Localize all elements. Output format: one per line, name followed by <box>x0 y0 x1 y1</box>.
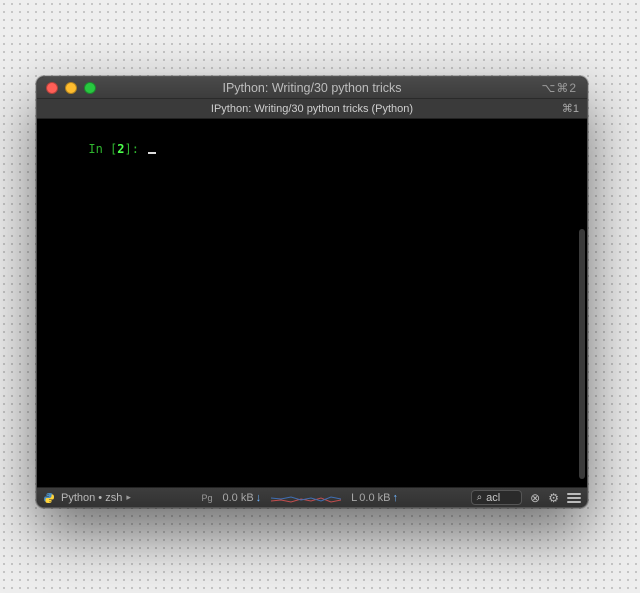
terminal-viewport: In [2]: <box>37 119 587 487</box>
tab-bar: IPython: Writing/30 python tricks (Pytho… <box>37 99 587 119</box>
titlebar: IPython: Writing/30 python tricks ⌥⌘2 <box>37 77 587 99</box>
net-up-label: L <box>351 492 357 504</box>
status-process-label: Python • zsh <box>61 492 122 504</box>
tab-label: IPython: Writing/30 python tricks (Pytho… <box>211 103 413 115</box>
prompt-prefix: In [ <box>88 142 117 156</box>
python-icon <box>43 492 55 504</box>
window-hotkey-label: ⌥⌘2 <box>541 81 587 95</box>
sparkline <box>271 493 341 503</box>
status-right: ⌕ ⊗ ⚙ <box>471 490 581 505</box>
vertical-scrollbar[interactable] <box>579 229 585 479</box>
gear-icon[interactable]: ⚙ <box>548 491 559 505</box>
close-icon[interactable]: ⊗ <box>530 491 540 505</box>
net-up-value: 0.0 kB <box>359 492 390 504</box>
minimize-window-button[interactable] <box>65 82 77 94</box>
window-controls <box>37 82 96 94</box>
net-upload: L 0.0 kB↑ <box>351 492 398 504</box>
window-title: IPython: Writing/30 python tricks <box>37 81 587 95</box>
status-left: Python • zsh ▸ <box>43 492 129 504</box>
status-center: Pg 0.0 kB↓ L 0.0 kB↑ <box>135 492 465 504</box>
prompt-number: 2 <box>117 142 124 156</box>
terminal-window: IPython: Writing/30 python tricks ⌥⌘2 IP… <box>36 76 588 508</box>
status-search[interactable]: ⌕ <box>471 490 523 505</box>
arrow-down-icon: ↓ <box>256 492 262 504</box>
tab-hotkey: ⌘1 <box>562 102 579 115</box>
status-bar: Python • zsh ▸ Pg 0.0 kB↓ L 0.0 kB↑ ⌕ <box>37 487 587 507</box>
pager-label: Pg <box>201 493 212 503</box>
arrow-up-icon: ↑ <box>392 492 398 504</box>
prompt-suffix: ]: <box>125 142 147 156</box>
tab-ipython[interactable]: IPython: Writing/30 python tricks (Pytho… <box>37 99 587 118</box>
net-download: 0.0 kB↓ <box>222 492 261 504</box>
search-icon: ⌕ <box>477 492 483 503</box>
terminal[interactable]: In [2]: <box>37 119 577 487</box>
maximize-window-button[interactable] <box>84 82 96 94</box>
chevron-right-icon: ▸ <box>126 492 131 503</box>
search-input[interactable] <box>486 492 516 504</box>
menu-icon[interactable] <box>567 493 581 503</box>
cursor <box>148 152 156 154</box>
net-down-value: 0.0 kB <box>222 492 253 504</box>
close-window-button[interactable] <box>46 82 58 94</box>
